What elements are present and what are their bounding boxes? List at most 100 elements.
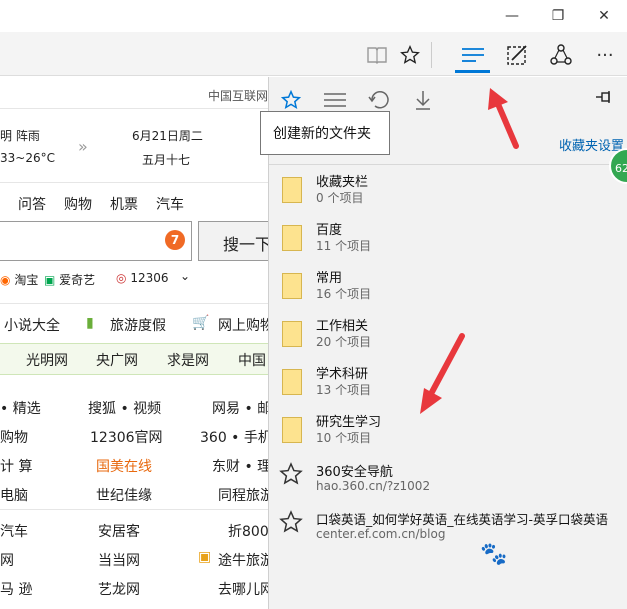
folder-icon [282, 321, 302, 347]
book-icon[interactable] [362, 40, 392, 70]
favorite-folder-item[interactable]: 收藏夹栏 0 个项目 [269, 166, 627, 214]
folder-count: 16 个项目 [316, 287, 372, 301]
star-icon[interactable] [395, 40, 425, 70]
nav-gouwu[interactable]: 购物 [64, 194, 92, 214]
star-outline-icon [279, 510, 303, 541]
nav-jipiao[interactable]: 机票 [110, 194, 138, 214]
favorite-link-item[interactable]: 口袋英语_如何学好英语_在线英语学习-英孚口袋英语 center.ef.com.… [269, 504, 627, 552]
tuniu-icon: ▣ [198, 549, 212, 565]
folder-count: 10 个项目 [316, 431, 372, 445]
grid-link[interactable]: • 精选 [0, 398, 41, 418]
cart-icon: 🛒 [192, 315, 210, 331]
folder-title: 学术科研 [316, 367, 369, 382]
grid-link[interactable]: 计 算 [0, 456, 32, 476]
favorites-settings-link[interactable]: 收藏夹设置 [559, 135, 624, 154]
lunar-date: 五月十七 [142, 153, 191, 167]
folder-icon [282, 225, 302, 251]
folder-title: 工作相关 [316, 319, 369, 334]
category-novel[interactable]: 小说大全 [4, 315, 60, 335]
grid-link[interactable]: 汽车 [0, 521, 28, 541]
web-page-content: 中国互联网 明 阵雨 33~26°C » 6月21日周二 五月十七 问答 购物 … [0, 77, 268, 609]
grid-link[interactable]: 电脑 [0, 485, 28, 505]
link-url: hao.360.cn/?z1002 [316, 479, 431, 493]
book-open-icon: ▮ [86, 315, 94, 331]
search-badge: 7 [165, 230, 185, 250]
folder-icon [282, 273, 302, 299]
folder-count: 11 个项目 [316, 239, 372, 253]
grid-link[interactable]: 360 • 手机 [200, 427, 268, 447]
railway-icon: ◎ [116, 271, 127, 285]
folder-icon [282, 369, 302, 395]
favorite-link-item[interactable]: 360安全导航 hao.360.cn/?z1002 [269, 456, 627, 504]
favorite-folder-item[interactable]: 常用 16 个项目 [269, 262, 627, 310]
folder-count: 13 个项目 [316, 383, 372, 397]
quick-link-taobao[interactable]: ◉ 淘宝 [0, 271, 38, 288]
grid-link[interactable]: 世纪佳缘 [96, 485, 152, 505]
title-bar: — ❐ ✕ [0, 0, 627, 32]
iqiyi-icon: ▣ [44, 273, 56, 287]
share-icon[interactable] [546, 40, 576, 70]
pin-icon[interactable] [595, 89, 613, 108]
folder-title: 收藏夹栏 [316, 175, 369, 190]
folder-title: 常用 [316, 271, 343, 286]
green-nav-china[interactable]: 中国 [238, 350, 266, 370]
grid-link[interactable]: 网易 • 邮 [212, 398, 268, 418]
favorite-folder-item[interactable]: 百度 11 个项目 [269, 214, 627, 262]
folder-title: 研究生学习 [316, 415, 382, 430]
chevron-down-icon[interactable]: ⌄ [180, 269, 190, 283]
category-travel[interactable]: 旅游度假 [110, 315, 166, 335]
folder-count: 20 个项目 [316, 335, 372, 349]
category-shopping[interactable]: 网上购物 [218, 315, 268, 335]
folder-count: 0 个项目 [316, 191, 364, 205]
red-arrow-annotation [488, 88, 519, 149]
folder-icon [282, 417, 302, 443]
green-nav-guangming[interactable]: 光明网 [26, 350, 68, 370]
history-icon[interactable] [365, 87, 393, 113]
quick-link-iqiyi[interactable]: ▣ 爱奇艺 [44, 271, 95, 288]
grid-link[interactable]: 12306官网 [90, 427, 163, 447]
restore-button[interactable]: ❐ [535, 0, 581, 32]
reading-list-icon[interactable] [321, 87, 349, 113]
weather-temp: 33~26°C [0, 151, 55, 165]
nav-qiche[interactable]: 汽车 [156, 194, 184, 214]
minimize-button[interactable]: — [489, 0, 535, 32]
grid-link[interactable]: 折800 [228, 521, 268, 541]
green-nav-qiushi[interactable]: 求是网 [167, 350, 209, 370]
grid-link[interactable]: 当当网 [98, 550, 140, 570]
search-button[interactable]: 搜一下 [198, 221, 268, 261]
nav-wenda[interactable]: 问答 [18, 194, 46, 214]
pen-note-icon[interactable] [502, 40, 532, 70]
close-button[interactable]: ✕ [581, 0, 627, 32]
grid-link[interactable]: 国美在线 [96, 456, 152, 476]
grid-link[interactable]: 安居客 [98, 521, 140, 541]
folder-title: 百度 [316, 223, 343, 238]
weather-condition: 明 阵雨 [0, 129, 40, 143]
watermark-paw-icon: 🐾 [480, 542, 508, 567]
grid-link[interactable]: 马 逊 [0, 579, 32, 599]
toolbar-separator [431, 42, 432, 68]
favorites-tab-star-icon[interactable] [277, 87, 305, 113]
grid-link[interactable]: 搜狐 • 视频 [88, 398, 161, 418]
star-outline-icon [279, 462, 303, 493]
quick-link-12306[interactable]: ◎ 12306 [116, 271, 169, 285]
green-nav-yangguang[interactable]: 央广网 [96, 350, 138, 370]
grid-link[interactable]: 网 [0, 550, 14, 570]
search-input[interactable] [0, 221, 192, 261]
solar-date: 6月21日周二 [132, 129, 203, 143]
top-link[interactable]: 中国互联网 [208, 87, 268, 104]
link-url: center.ef.com.cn/blog [316, 527, 446, 541]
grid-link[interactable]: 同程旅游 [218, 485, 268, 505]
download-icon[interactable] [409, 87, 437, 113]
hub-active-indicator [455, 70, 490, 73]
hub-lines-icon[interactable] [458, 40, 488, 70]
grid-link[interactable]: 艺龙网 [98, 579, 140, 599]
chevron-right-icon[interactable]: » [78, 137, 88, 156]
ellipsis-icon[interactable]: ··· [590, 40, 620, 70]
folder-icon [282, 177, 302, 203]
grid-link[interactable]: 途牛旅游 [218, 550, 268, 570]
browser-toolbar: ··· [0, 32, 627, 76]
link-title: 360安全导航 [316, 465, 393, 480]
grid-link[interactable]: 东财 • 理 [212, 456, 268, 476]
grid-link[interactable]: 去哪儿网 [218, 579, 268, 599]
grid-link[interactable]: 购物 [0, 427, 28, 447]
